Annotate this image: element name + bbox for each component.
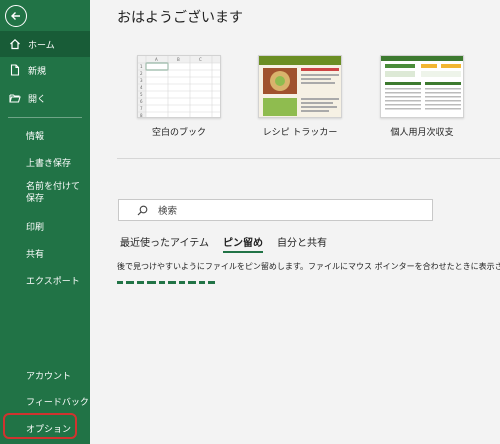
svg-text:A: A (155, 57, 158, 62)
sidebar-item-label: 印刷 (26, 222, 45, 233)
backstage-main: おはようございます ABC 1234 5678 空白のブック レシピ トラッカー… (90, 0, 500, 444)
template-label: 個人用月次収支 (390, 128, 454, 138)
back-arrow-icon[interactable] (5, 5, 27, 27)
sidebar-item-label: 新規 (28, 66, 47, 77)
sidebar-item-save[interactable]: 上書き保存 (0, 149, 90, 175)
sidebar-item-label: アカウント (26, 371, 72, 382)
tab-recent[interactable]: 最近使ったアイテム (120, 234, 209, 253)
options-highlight-box (3, 413, 77, 439)
sidebar-item-save-as[interactable]: 名前を付けて保存 (0, 179, 90, 209)
sidebar-item-label: 共有 (26, 249, 45, 260)
sidebar-item-print[interactable]: 印刷 (0, 213, 90, 239)
sidebar-item-label: 名前を付けて保存 (26, 182, 81, 204)
file-tabs: 最近使ったアイテム ピン留め 自分と共有 (120, 234, 341, 253)
personal-budget-thumbnail (380, 55, 464, 118)
new-file-icon (8, 63, 22, 77)
sidebar-divider (8, 117, 82, 118)
sidebar-item-label: エクスポート (26, 276, 80, 287)
backstage-sidebar: ホーム 新規 開く 情報 上書き保存 名前を付けて保存 印刷 共有 エクスポート… (0, 0, 90, 444)
sidebar-item-label: 上書き保存 (26, 158, 72, 169)
svg-text:C: C (199, 57, 202, 62)
sidebar-item-info[interactable]: 情報 (0, 122, 90, 148)
sidebar-item-label: 開く (28, 94, 47, 105)
sidebar-item-open[interactable]: 開く (0, 85, 90, 111)
template-personal-budget[interactable]: 個人用月次収支 (380, 55, 466, 138)
sidebar-item-label: 情報 (26, 131, 45, 142)
sidebar-item-new[interactable]: 新規 (0, 57, 90, 83)
recipe-tracker-thumbnail (258, 55, 342, 118)
sidebar-item-share[interactable]: 共有 (0, 240, 90, 266)
tab-shared-with-me[interactable]: 自分と共有 (277, 234, 327, 253)
svg-text:B: B (177, 57, 180, 62)
template-label: レシピ トラッカー (262, 128, 338, 138)
cut-off-link (117, 281, 267, 285)
tab-pinned[interactable]: ピン留め (223, 234, 263, 253)
sidebar-item-label: フィードバック (26, 397, 89, 408)
section-divider (117, 158, 500, 159)
template-recipe-tracker[interactable]: レシピ トラッカー (258, 55, 344, 138)
search-icon (137, 201, 148, 220)
home-icon (8, 37, 22, 51)
template-blank-workbook[interactable]: ABC 1234 5678 空白のブック (137, 55, 223, 138)
template-label: 空白のブック (151, 128, 206, 138)
pinned-description: 後で見つけやすいようにファイルをピン留めします。ファイルにマウス ポインターを合… (117, 262, 500, 271)
sidebar-item-label: ホーム (28, 40, 55, 51)
search-input[interactable]: 検索 (118, 199, 433, 221)
blank-workbook-thumbnail: ABC 1234 5678 (137, 55, 221, 118)
sidebar-item-export[interactable]: エクスポート (0, 267, 90, 293)
search-placeholder: 検索 (158, 206, 178, 217)
sidebar-item-feedback[interactable]: フィードバック (0, 388, 90, 414)
greeting-title: おはようございます (117, 10, 243, 26)
sidebar-item-home[interactable]: ホーム (0, 31, 90, 57)
open-folder-icon (8, 91, 22, 105)
sidebar-item-account[interactable]: アカウント (0, 362, 90, 388)
